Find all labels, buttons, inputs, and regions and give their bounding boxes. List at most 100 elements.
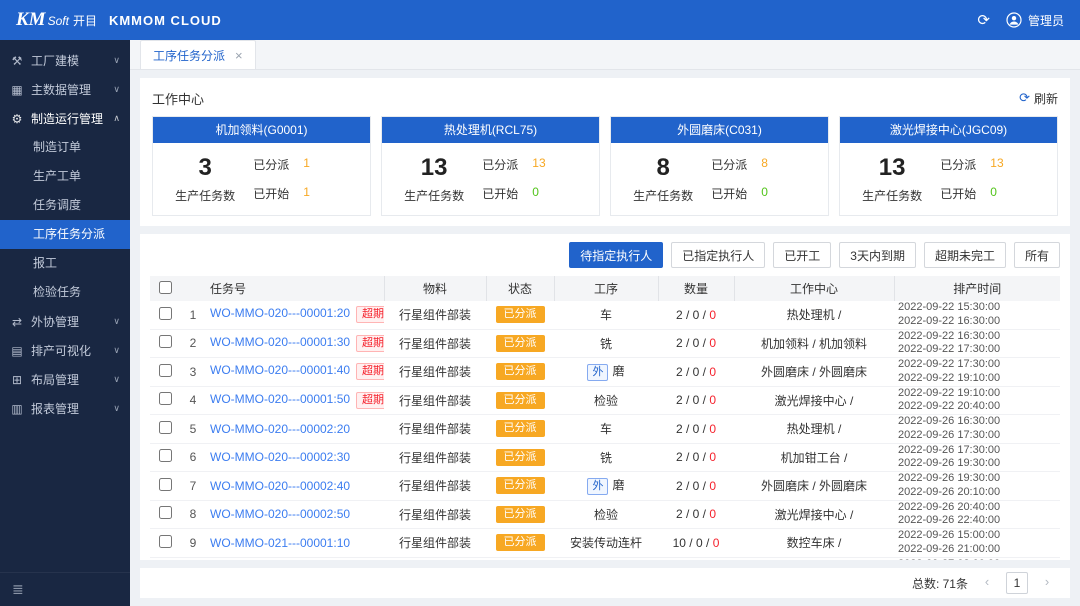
filter-button-assigned-assignee[interactable]: 已指定执行人 [671,242,765,268]
process-name: 车 [600,422,612,436]
workcenter-card-1[interactable]: 机加领料(G0001) 3 生产任务数 已分派1 已开始1 [152,116,371,216]
row-checkbox[interactable] [159,478,172,491]
tab-bar: 工序任务分派 × [130,40,1080,70]
user-menu[interactable]: 管理员 [1006,12,1064,29]
workcenter-cell: 激光焊接中心 / [734,500,894,529]
task-number-link[interactable]: WO-MMO-021---00001:10 [210,536,350,550]
process-cell: 外磨 [554,472,658,501]
layout-icon: ⊞ [10,373,24,387]
filter-button-due-in-3-days[interactable]: 3天内到期 [839,242,916,268]
table-row[interactable]: 5 WO-MMO-020---00002:20 行星组件部装 已分派 车 2 /… [150,415,1060,444]
sidebar-item-layout-mgmt[interactable]: ⊞ 布局管理 ∨ [0,365,130,394]
table-row[interactable]: 3 WO-MMO-020---00001:40超期 行星组件部装 已分派 外磨 … [150,358,1060,387]
sidebar-subitem-work-report[interactable]: 报工 [0,249,130,278]
row-checkbox[interactable] [159,535,172,548]
table-row[interactable]: 4 WO-MMO-020---00001:50超期 行星组件部装 已分派 检验 … [150,386,1060,415]
task-count-label: 生产任务数 [159,187,251,204]
col-status: 状态 [486,276,554,301]
material-cell: 行星组件部装 [384,415,486,444]
material-cell: 行星组件部装 [384,472,486,501]
filter-button-all[interactable]: 所有 [1014,242,1060,268]
table-row[interactable]: 10 WO-MMO-021---00001:30 行星组件部装 已分派 安装固定… [150,557,1060,560]
table-row[interactable]: 1 WO-MMO-020---00001:20超期 行星组件部装 已分派 车 2… [150,301,1060,329]
assigned-count: 1 [303,156,310,173]
sidebar-item-outsourcing[interactable]: ⇄ 外协管理 ∨ [0,307,130,336]
workcenter-card-3[interactable]: 外圆磨床(C031) 8 生产任务数 已分派8 已开始0 [610,116,829,216]
workcenter-cell: 热处理机 / [734,415,894,444]
sidebar-subitem-work-orders[interactable]: 生产工单 [0,162,130,191]
select-all-checkbox[interactable] [159,281,172,294]
task-count: 3 [159,154,251,182]
table-row[interactable]: 9 WO-MMO-021---00001:10 行星组件部装 已分派 安装传动连… [150,529,1060,558]
table-row[interactable]: 2 WO-MMO-020---00001:30超期 行星组件部装 已分派 铣 2… [150,329,1060,358]
refresh-icon: ⟳ [1019,90,1030,106]
workcenter-card-4[interactable]: 激光焊接中心(JGC09) 13 生产任务数 已分派13 已开始0 [839,116,1058,216]
workcenter-cell: 热处理机 / [734,301,894,329]
row-index: 9 [180,529,206,558]
row-checkbox[interactable] [159,506,172,519]
col-task-no: 任务号 [206,276,384,301]
gear-icon: ⚙ [10,112,24,126]
filter-button-pending-assignee[interactable]: 待指定执行人 [569,242,663,268]
chevron-icon: ∨ [113,374,120,385]
sidebar-item-manufacturing-ops[interactable]: ⚙ 制造运行管理 ∧ [0,104,130,133]
workcenter-card-2[interactable]: 热处理机(RCL75) 13 生产任务数 已分派13 已开始0 [381,116,600,216]
workcenter-panel: 工作中心 ⟳ 刷新 机加领料(G0001) 3 生产任务数 已分派1 已开始1 … [140,78,1070,226]
row-checkbox[interactable] [159,335,172,348]
material-cell: 行星组件部装 [384,329,486,358]
row-checkbox[interactable] [159,392,172,405]
sidebar-subitem-mfg-orders[interactable]: 制造订单 [0,133,130,162]
table-row[interactable]: 6 WO-MMO-020---00002:30 行星组件部装 已分派 铣 2 /… [150,443,1060,472]
sidebar-item-scheduling-viz[interactable]: ▤ 排产可视化 ∨ [0,336,130,365]
outsource-tag: 外 [587,364,608,381]
table-row[interactable]: 7 WO-MMO-020---00002:40 行星组件部装 已分派 外磨 2 … [150,472,1060,501]
task-number-link[interactable]: WO-MMO-020---00002:20 [210,422,350,436]
sidebar-item-master-data[interactable]: ▦ 主数据管理 ∨ [0,75,130,104]
task-number-link[interactable]: WO-MMO-020---00001:20 [210,306,350,320]
assigned-count: 8 [761,156,768,173]
collapse-sidebar-icon[interactable]: ≣ [12,581,24,598]
app-logo: KM Soft 开目 KMMOM CLOUD [16,9,222,31]
sidebar-subitem-task-scheduling[interactable]: 任务调度 [0,191,130,220]
filter-button-started[interactable]: 已开工 [773,242,831,268]
sidebar-item-report-mgmt[interactable]: ▥ 报表管理 ∨ [0,394,130,423]
task-number-link[interactable]: WO-MMO-020---00002:40 [210,479,350,493]
sidebar-subitem-inspection-tasks[interactable]: 检验任务 [0,278,130,307]
app-window: KM Soft 开目 KMMOM CLOUD ⟳ 管理员 ⚒ 工厂建模 ∨ ▦ … [0,0,1080,606]
task-number-link[interactable]: WO-MMO-020---00002:30 [210,450,350,464]
task-number-link[interactable]: WO-MMO-020---00001:40 [210,363,350,377]
process-name: 检验 [594,508,618,522]
current-page-button[interactable]: 1 [1006,572,1028,594]
quantity-cell: 2 / 0 / 0 [658,329,734,358]
sidebar-item-factory-modeling[interactable]: ⚒ 工厂建模 ∨ [0,46,130,75]
task-number-link[interactable]: WO-MMO-020---00001:30 [210,335,350,349]
row-checkbox[interactable] [159,364,172,377]
schedule-cell: 2022-09-26 20:40:00 2022-09-26 22:40:00 [894,500,1060,529]
process-name: 磨 [612,364,624,378]
task-number-link[interactable]: WO-MMO-020---00002:50 [210,507,350,521]
prev-page-button[interactable]: ‹ [976,572,998,594]
row-index: 1 [180,301,206,329]
workcenter-cell: 热处理机 / [734,557,894,560]
top-header: KM Soft 开目 KMMOM CLOUD ⟳ 管理员 [0,0,1080,40]
schedule-cell: 2022-09-26 19:30:00 2022-09-26 20:10:00 [894,472,1060,501]
row-checkbox[interactable] [159,449,172,462]
row-checkbox[interactable] [159,421,172,434]
material-cell: 行星组件部装 [384,500,486,529]
chevron-icon: ∨ [113,84,120,95]
quantity-cell: 2 / 0 / 0 [658,301,734,329]
filter-button-overdue-unfinished[interactable]: 超期未完工 [924,242,1006,268]
task-number-link[interactable]: WO-MMO-020---00001:50 [210,392,350,406]
user-name: 管理员 [1028,12,1064,29]
table-row[interactable]: 8 WO-MMO-020---00002:50 行星组件部装 已分派 检验 2 … [150,500,1060,529]
sidebar-subitem-process-task-dispatch[interactable]: 工序任务分派 [0,220,130,249]
row-checkbox[interactable] [159,307,172,320]
sync-icon[interactable]: ⟳ [977,11,990,29]
tab-process-task-dispatch[interactable]: 工序任务分派 × [140,40,256,69]
tab-close-icon[interactable]: × [235,48,243,63]
refresh-button[interactable]: ⟳ 刷新 [1019,90,1058,107]
database-icon: ▦ [10,83,24,97]
quantity-cell: 2 / 0 / 0 [658,500,734,529]
next-page-button[interactable]: › [1036,572,1058,594]
quantity-cell: 2 / 0 / 0 [658,443,734,472]
